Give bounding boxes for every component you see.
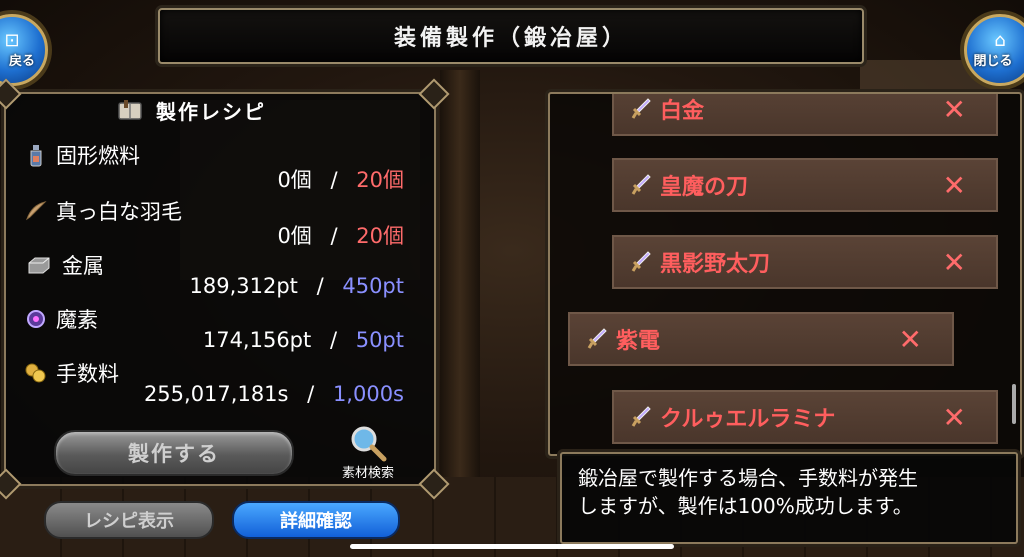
remove-icon[interactable]: ✕ (943, 94, 966, 126)
list-item[interactable]: 白金 ✕ (612, 94, 998, 136)
sword-icon (631, 251, 651, 272)
list-item[interactable]: 皇魔の刀 ✕ (612, 158, 998, 212)
material-name-fuel: 固形燃料 (24, 140, 140, 170)
info-message: 鍛冶屋で製作する場合、手数料が発生 しますが、製作は100%成功します。 (560, 452, 1018, 544)
material-name-metal: 金属 (24, 250, 104, 280)
material-name-fee: 手数料 (24, 358, 119, 388)
recipe-display-button[interactable]: レシピ表示 (44, 501, 214, 539)
back-button[interactable]: ⊡ 戻る (0, 14, 48, 86)
fuel-bottle-icon (30, 145, 42, 167)
sword-icon (631, 406, 651, 427)
recipe-panel: 製作レシピ 固形燃料 0個 / 20個 真っ白な羽毛 0個 / 20個 金属 1 (0, 78, 450, 500)
magic-orb-icon (27, 310, 45, 328)
remove-icon[interactable]: ✕ (943, 169, 966, 202)
recipe-header: 製作レシピ (116, 96, 266, 125)
scrollbar[interactable] (1012, 384, 1016, 424)
material-name-feather: 真っ白な羽毛 (24, 196, 182, 226)
list-item[interactable]: クルゥエルラミナ ✕ (612, 390, 998, 444)
material-count-fuel: 0個 / 20個 (277, 168, 404, 192)
item-list-panel[interactable]: 白金 ✕ 皇魔の刀 ✕ 黒影野太刀 ✕ 紫電 ✕ クルゥエルラミナ ✕ (548, 92, 1022, 456)
background-pillar (440, 70, 480, 490)
remove-icon[interactable]: ✕ (943, 246, 966, 279)
sword-icon (631, 98, 651, 119)
material-name-magic: 魔素 (24, 304, 98, 334)
material-count-metal: 189,312pt / 450pt (189, 274, 404, 298)
home-indicator[interactable] (350, 544, 674, 549)
back-icon: ⊡ (4, 29, 20, 51)
material-count-feather: 0個 / 20個 (277, 224, 404, 248)
home-icon: ⌂ (994, 29, 1006, 51)
remove-icon[interactable]: ✕ (943, 401, 966, 434)
remove-icon[interactable]: ✕ (899, 323, 922, 356)
material-count-fee: 255,017,181s / 1,000s (143, 382, 404, 406)
sword-icon (631, 174, 651, 195)
list-item[interactable]: 黒影野太刀 ✕ (612, 235, 998, 289)
make-button[interactable]: 製作する (54, 430, 294, 476)
material-search-button[interactable]: 素材検索 (328, 424, 408, 481)
metal-ingot-icon (28, 257, 50, 274)
recipe-book-icon (118, 99, 142, 120)
coins-icon (25, 363, 46, 383)
detail-check-button[interactable]: 詳細確認 (232, 501, 400, 539)
material-count-magic: 174,156pt / 50pt (202, 328, 404, 352)
title-bar: 装備製作（鍛冶屋） (158, 8, 864, 64)
magnifier-icon (351, 426, 387, 462)
sword-icon (587, 328, 607, 349)
list-item-selected[interactable]: 紫電 ✕ (568, 312, 954, 366)
page-title: 装備製作（鍛冶屋） (393, 26, 628, 51)
feather-icon (26, 201, 47, 221)
